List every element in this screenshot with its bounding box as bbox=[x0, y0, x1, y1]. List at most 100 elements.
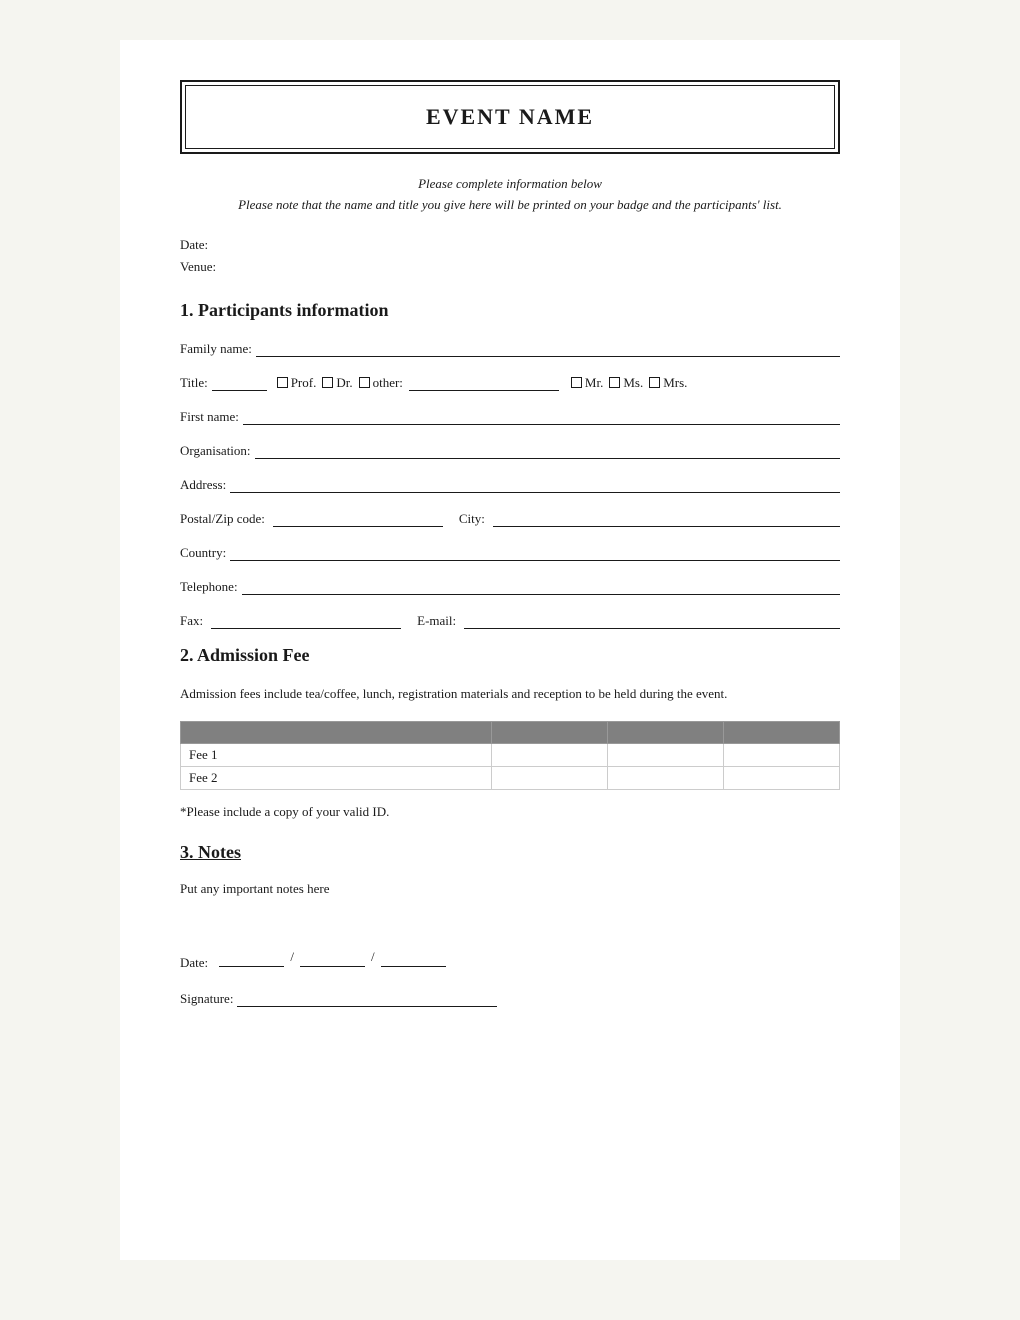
family-name-label: Family name: bbox=[180, 341, 252, 357]
dr-label: Dr. bbox=[336, 375, 352, 391]
postal-input[interactable] bbox=[273, 509, 443, 527]
mr-label: Mr. bbox=[585, 375, 603, 391]
telephone-label: Telephone: bbox=[180, 579, 238, 595]
city-field: City: bbox=[459, 509, 840, 527]
date-venue-section: Date: Venue: bbox=[180, 234, 840, 278]
mrs-checkbox-item: Mrs. bbox=[649, 375, 687, 391]
fee2-col1: Fee 2 bbox=[181, 766, 492, 789]
organisation-label: Organisation: bbox=[180, 443, 251, 459]
address-label: Address: bbox=[180, 477, 226, 493]
ms-checkbox-item: Ms. bbox=[609, 375, 643, 391]
fee2-col3 bbox=[607, 766, 723, 789]
telephone-field: Telephone: bbox=[180, 577, 840, 595]
mrs-checkbox[interactable] bbox=[649, 377, 660, 388]
ms-checkbox[interactable] bbox=[609, 377, 620, 388]
city-label: City: bbox=[459, 511, 485, 527]
organisation-input[interactable] bbox=[255, 441, 840, 459]
fee-col-3-header bbox=[607, 721, 723, 743]
other-checkbox[interactable] bbox=[359, 377, 370, 388]
fee2-col2 bbox=[491, 766, 607, 789]
fee1-col3 bbox=[607, 743, 723, 766]
country-field: Country: bbox=[180, 543, 840, 561]
date-sep1: / bbox=[290, 949, 294, 967]
prof-label: Prof. bbox=[291, 375, 317, 391]
fee-row-1: Fee 1 bbox=[181, 743, 840, 766]
date-year-input[interactable] bbox=[381, 949, 446, 967]
email-input[interactable] bbox=[464, 611, 840, 629]
fee1-col2 bbox=[491, 743, 607, 766]
other-label: other: bbox=[373, 375, 403, 391]
admission-description: Admission fees include tea/coffee, lunch… bbox=[180, 684, 840, 705]
organisation-field: Organisation: bbox=[180, 441, 840, 459]
dr-checkbox-item: Dr. bbox=[322, 375, 352, 391]
mr-checkbox-item: Mr. bbox=[571, 375, 603, 391]
event-title: EVENT NAME bbox=[426, 104, 594, 129]
header-box-inner: EVENT NAME bbox=[185, 85, 835, 149]
valid-id-note: *Please include a copy of your valid ID. bbox=[180, 804, 840, 820]
dr-checkbox[interactable] bbox=[322, 377, 333, 388]
date-row: Date: / / bbox=[180, 949, 840, 971]
city-input[interactable] bbox=[493, 509, 840, 527]
address-input[interactable] bbox=[230, 475, 840, 493]
signature-input[interactable] bbox=[237, 989, 497, 1007]
footer-date-label: Date: bbox=[180, 955, 208, 970]
fee1-col4 bbox=[723, 743, 839, 766]
first-name-field: First name: bbox=[180, 407, 840, 425]
signature-label: Signature: bbox=[180, 991, 233, 1007]
first-name-input[interactable] bbox=[243, 407, 840, 425]
form-page: EVENT NAME Please complete information b… bbox=[120, 40, 900, 1260]
date-fields: / / bbox=[219, 949, 445, 967]
notes-text: Put any important notes here bbox=[180, 879, 840, 900]
fax-field: Fax: bbox=[180, 611, 401, 629]
fax-input[interactable] bbox=[211, 611, 401, 629]
postal-label: Postal/Zip code: bbox=[180, 511, 265, 527]
title-input[interactable] bbox=[212, 373, 267, 391]
fee-col-4-header bbox=[723, 721, 839, 743]
section2-heading: 2. Admission Fee bbox=[180, 645, 840, 666]
other-input[interactable] bbox=[409, 373, 559, 391]
signature-row: Signature: bbox=[180, 989, 840, 1007]
family-name-field: Family name: bbox=[180, 339, 840, 357]
telephone-input[interactable] bbox=[242, 577, 840, 595]
instructions: Please complete information below Please… bbox=[180, 174, 840, 216]
postal-city-row: Postal/Zip code: City: bbox=[180, 509, 840, 527]
header-box: EVENT NAME bbox=[180, 80, 840, 154]
section3-heading: 3. Notes bbox=[180, 842, 840, 863]
date-day-input[interactable] bbox=[219, 949, 284, 967]
signature-section: Date: / / Signature: bbox=[180, 949, 840, 1007]
mrs-label: Mrs. bbox=[663, 375, 687, 391]
email-label: E-mail: bbox=[417, 613, 456, 629]
fee2-col4 bbox=[723, 766, 839, 789]
venue-label: Venue: bbox=[180, 256, 840, 278]
first-name-label: First name: bbox=[180, 409, 239, 425]
title-field: Title: Prof. Dr. other: Mr. Ms. bbox=[180, 373, 840, 391]
mr-checkbox[interactable] bbox=[571, 377, 582, 388]
address-field: Address: bbox=[180, 475, 840, 493]
instruction-line1: Please complete information below bbox=[180, 174, 840, 195]
fee-table-header-row bbox=[181, 721, 840, 743]
family-name-input[interactable] bbox=[256, 339, 840, 357]
participants-section: 1. Participants information Family name:… bbox=[180, 300, 840, 629]
fee1-col1: Fee 1 bbox=[181, 743, 492, 766]
date-month-input[interactable] bbox=[300, 949, 365, 967]
section1-heading: 1. Participants information bbox=[180, 300, 840, 321]
fax-email-row: Fax: E-mail: bbox=[180, 611, 840, 629]
admission-section: 2. Admission Fee Admission fees include … bbox=[180, 645, 840, 820]
prof-checkbox[interactable] bbox=[277, 377, 288, 388]
date-label: Date: bbox=[180, 234, 840, 256]
fee-row-2: Fee 2 bbox=[181, 766, 840, 789]
fee-col-1-header bbox=[181, 721, 492, 743]
prof-checkbox-item: Prof. bbox=[277, 375, 317, 391]
instruction-line2: Please note that the name and title you … bbox=[180, 195, 840, 216]
title-label: Title: bbox=[180, 375, 208, 391]
notes-section: 3. Notes Put any important notes here bbox=[180, 842, 840, 900]
fee-table: Fee 1 Fee 2 bbox=[180, 721, 840, 790]
date-sep2: / bbox=[371, 949, 375, 967]
fax-label: Fax: bbox=[180, 613, 203, 629]
postal-field: Postal/Zip code: bbox=[180, 509, 443, 527]
ms-label: Ms. bbox=[623, 375, 643, 391]
fee-col-2-header bbox=[491, 721, 607, 743]
other-checkbox-item: other: bbox=[359, 375, 403, 391]
country-input[interactable] bbox=[230, 543, 840, 561]
email-field: E-mail: bbox=[417, 611, 840, 629]
